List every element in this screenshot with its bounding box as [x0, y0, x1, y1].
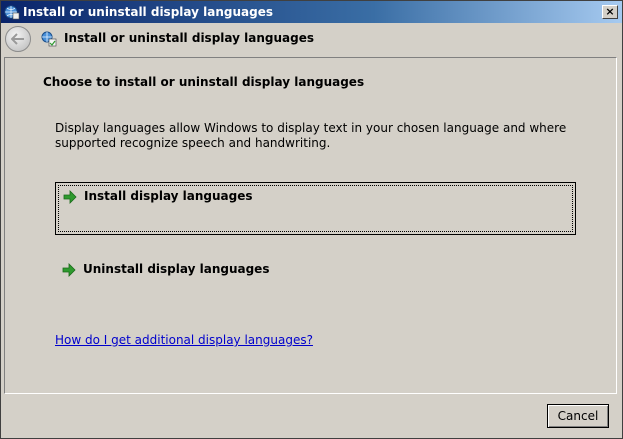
- cancel-button[interactable]: Cancel: [547, 404, 609, 428]
- back-button[interactable]: [5, 26, 31, 52]
- main-instruction: Choose to install or uninstall display l…: [43, 75, 365, 89]
- content-panel: Choose to install or uninstall display l…: [4, 57, 617, 394]
- install-display-languages-button[interactable]: Install display languages: [55, 182, 576, 235]
- dialog-window: Install or uninstall display languages ×…: [0, 0, 623, 439]
- green-arrow-icon: [62, 263, 76, 277]
- uninstall-display-languages-button[interactable]: Uninstall display languages: [55, 256, 576, 309]
- title-bar[interactable]: Install or uninstall display languages ×: [1, 1, 622, 23]
- uninstall-option-label: Uninstall display languages: [83, 262, 270, 276]
- close-button[interactable]: ×: [602, 5, 618, 19]
- green-arrow-icon: [63, 190, 77, 204]
- install-option-label: Install display languages: [84, 189, 253, 203]
- window-title: Install or uninstall display languages: [23, 5, 273, 19]
- globe-icon: [4, 4, 20, 20]
- language-settings-icon: [41, 31, 57, 47]
- close-icon: ×: [605, 5, 615, 18]
- back-arrow-icon: [11, 33, 24, 45]
- additional-languages-help-link[interactable]: How do I get additional display language…: [55, 333, 313, 347]
- description-text: Display languages allow Windows to displ…: [55, 121, 567, 150]
- navigation-bar: Install or uninstall display languages: [1, 23, 622, 55]
- page-title: Install or uninstall display languages: [64, 31, 314, 45]
